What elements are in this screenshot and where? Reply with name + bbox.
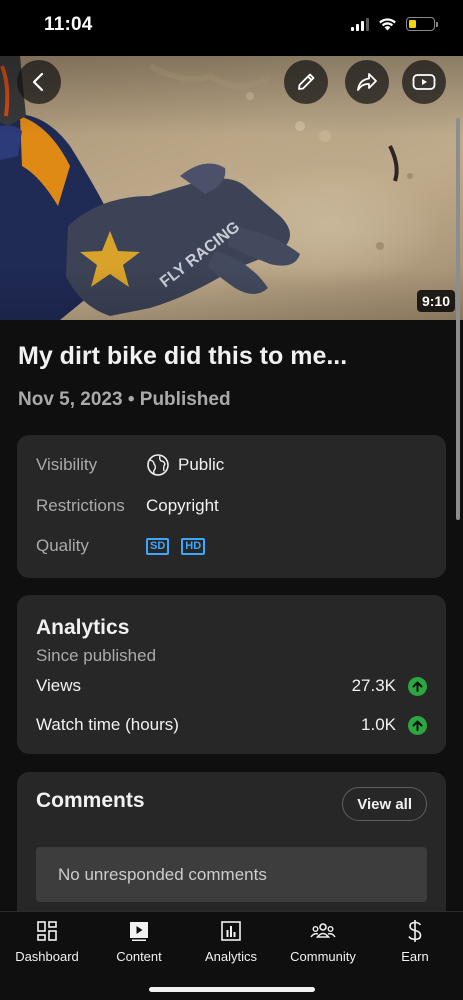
status-icons: [351, 17, 438, 31]
share-button[interactable]: [345, 60, 389, 104]
comments-card: Comments View all No unresponded comment…: [17, 772, 446, 932]
nav-label: Content: [116, 949, 162, 964]
analytics-icon: [218, 918, 244, 944]
dollar-icon: [402, 918, 428, 944]
views-metric-row: Views 27.3K: [36, 674, 427, 698]
battery-icon: [406, 17, 438, 31]
restrictions-row[interactable]: Restrictions Copyright: [36, 494, 219, 518]
youtube-play-icon: [412, 74, 436, 90]
edit-button[interactable]: [284, 60, 328, 104]
nav-analytics[interactable]: Analytics: [186, 918, 276, 964]
view-all-comments-button[interactable]: View all: [342, 787, 427, 821]
nav-label: Community: [290, 949, 356, 964]
cellular-signal-icon: [351, 17, 369, 31]
home-indicator[interactable]: [149, 987, 315, 992]
metric-label: Watch time (hours): [36, 715, 179, 734]
back-arrow-icon: [32, 72, 44, 92]
nav-label: Analytics: [204, 949, 258, 964]
no-comments-message: No unresponded comments: [36, 847, 427, 902]
analytics-subheading: Since published: [36, 646, 157, 665]
nav-community[interactable]: Community: [278, 918, 368, 964]
nav-earn[interactable]: Earn: [370, 918, 460, 964]
quality-row: Quality SD HD: [36, 534, 207, 558]
visibility-row[interactable]: Visibility Public: [36, 453, 224, 477]
video-details-card: Visibility Public Restrictions Copyright…: [17, 435, 446, 578]
community-icon: [310, 918, 336, 944]
dashboard-icon: [34, 918, 60, 944]
status-time: 11:04: [44, 14, 93, 35]
metric-value: 27.3K: [351, 676, 396, 695]
sd-badge-icon: SD: [146, 537, 170, 555]
quality-label: Quality: [36, 536, 89, 555]
visibility-label: Visibility: [36, 455, 98, 474]
edit-pencil-icon: [298, 73, 315, 90]
back-button[interactable]: [17, 60, 61, 104]
watch-on-youtube-button[interactable]: [402, 60, 446, 104]
metric-label: Views: [36, 676, 82, 695]
globe-icon: [147, 454, 169, 476]
video-meta: Nov 5, 2023 • Published: [18, 389, 231, 410]
video-thumbnail[interactable]: FLY RACING 9:10: [0, 56, 463, 320]
nav-dashboard[interactable]: Dashboard: [2, 918, 92, 964]
nav-content[interactable]: Content: [94, 918, 184, 964]
content-icon: [126, 918, 152, 944]
analytics-heading: Analytics: [36, 616, 130, 639]
restrictions-value: Copyright: [146, 496, 219, 515]
video-title: My dirt bike did this to me...: [18, 342, 348, 370]
wifi-icon: [379, 18, 396, 31]
share-icon: [357, 73, 377, 91]
visibility-value: Public: [178, 455, 225, 474]
restrictions-label: Restrictions: [36, 496, 125, 515]
scrollbar[interactable]: [456, 118, 460, 520]
trend-up-icon: [408, 676, 427, 696]
trend-up-icon: [408, 715, 427, 735]
hd-badge-icon: HD: [181, 537, 206, 555]
video-duration: 9:10: [416, 290, 455, 312]
comments-heading: Comments: [36, 789, 145, 812]
status-bar: 11:04: [0, 0, 463, 56]
nav-label: Earn: [401, 949, 429, 964]
nav-label: Dashboard: [15, 949, 79, 964]
analytics-card[interactable]: Analytics Since published Views 27.3K Wa…: [17, 595, 446, 754]
watch-time-metric-row: Watch time (hours) 1.0K: [36, 713, 427, 737]
metric-value: 1.0K: [361, 715, 396, 734]
